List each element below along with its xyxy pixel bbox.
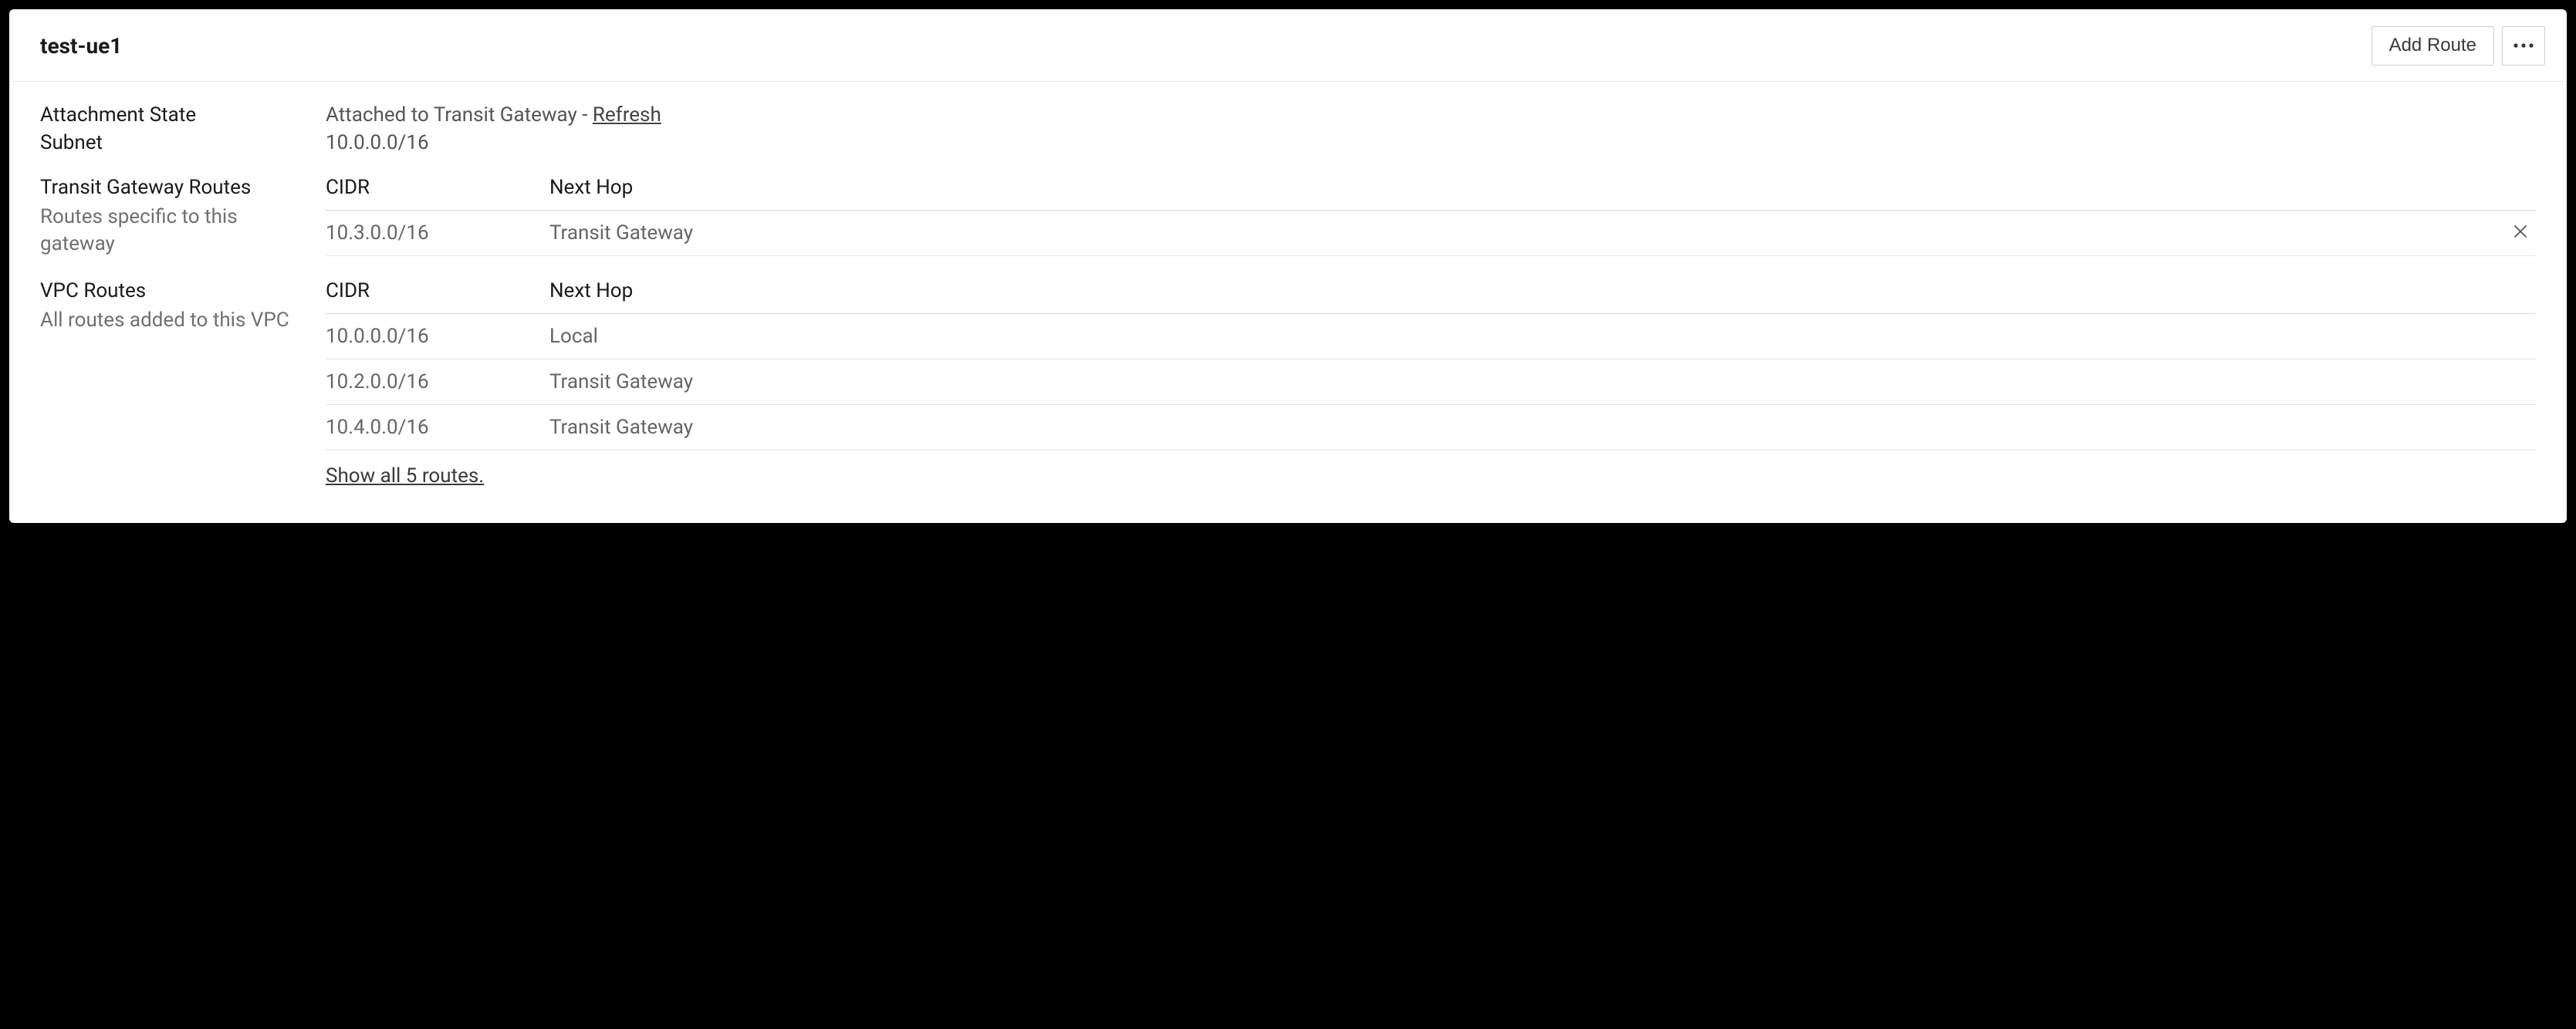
tgw-col-cidr: CIDR <box>326 176 549 199</box>
add-route-button[interactable]: Add Route <box>2371 26 2494 66</box>
tgw-col-hop: Next Hop <box>549 176 2490 199</box>
vpc-route-cidr-2: 10.4.0.0/16 <box>326 416 549 439</box>
panel-header: test-ue1 Add Route <box>9 9 2567 82</box>
subnet-label: Subnet <box>40 131 295 154</box>
subnet-row: Subnet 10.0.0.0/16 <box>40 131 2536 154</box>
tgw-routes-label: Transit Gateway Routes <box>40 176 295 199</box>
vpc-routes-table: CIDR Next Hop 10.0.0.0/16 Local 10.2.0.0… <box>326 279 2536 488</box>
show-all-row: Show all 5 routes. <box>326 450 2536 488</box>
tgw-routes-table: CIDR Next Hop 10.3.0.0/16 Transit Gatewa… <box>326 176 2536 256</box>
panel-body: Attachment State Attached to Transit Gat… <box>9 82 2567 523</box>
tgw-routes-label-col: Transit Gateway Routes Routes specific t… <box>40 176 295 258</box>
subnet-value: 10.0.0.0/16 <box>326 131 2536 154</box>
tgw-routes-section: Transit Gateway Routes Routes specific t… <box>40 176 2536 258</box>
vpc-route-hop-1: Transit Gateway <box>549 370 2490 393</box>
table-row: 10.4.0.0/16 Transit Gateway <box>326 405 2536 450</box>
table-row: 10.2.0.0/16 Transit Gateway <box>326 359 2536 405</box>
refresh-link[interactable]: Refresh <box>593 103 661 127</box>
vpc-routes-sublabel: All routes added to this VPC <box>40 307 295 334</box>
attachment-state-label: Attachment State <box>40 103 295 127</box>
route-panel: test-ue1 Add Route Attachment State Atta… <box>9 9 2567 523</box>
ellipsis-icon <box>2513 42 2534 49</box>
vpc-route-hop-0: Local <box>549 325 2490 348</box>
vpc-col-cidr: CIDR <box>326 279 549 302</box>
more-actions-button[interactable] <box>2502 26 2545 66</box>
delete-route-icon[interactable] <box>2513 221 2528 245</box>
vpc-route-cidr-1: 10.2.0.0/16 <box>326 370 549 393</box>
tgw-route-hop: Transit Gateway <box>549 221 2490 245</box>
show-all-routes-link[interactable]: Show all 5 routes. <box>326 464 484 488</box>
attachment-state-row: Attachment State Attached to Transit Gat… <box>40 103 2536 127</box>
vpc-routes-header-row: CIDR Next Hop <box>326 279 2536 314</box>
table-row: 10.0.0.0/16 Local <box>326 314 2536 359</box>
page-title: test-ue1 <box>40 33 122 59</box>
vpc-routes-label: VPC Routes <box>40 279 295 302</box>
tgw-route-cidr: 10.3.0.0/16 <box>326 221 549 245</box>
tgw-routes-sublabel: Routes specific to this gateway <box>40 204 295 258</box>
vpc-col-hop: Next Hop <box>549 279 2490 302</box>
vpc-route-cidr-0: 10.0.0.0/16 <box>326 325 549 348</box>
table-row: 10.3.0.0/16 Transit Gateway <box>326 211 2536 256</box>
vpc-route-hop-2: Transit Gateway <box>549 416 2490 439</box>
vpc-routes-section: VPC Routes All routes added to this VPC … <box>40 279 2536 488</box>
attachment-state-value: Attached to Transit Gateway - Refresh <box>326 103 2536 127</box>
attachment-state-text: Attached to Transit Gateway - <box>326 103 593 127</box>
close-icon <box>2513 224 2528 239</box>
vpc-routes-label-col: VPC Routes All routes added to this VPC <box>40 279 295 334</box>
tgw-routes-header-row: CIDR Next Hop <box>326 176 2536 211</box>
header-actions: Add Route <box>2371 26 2545 66</box>
